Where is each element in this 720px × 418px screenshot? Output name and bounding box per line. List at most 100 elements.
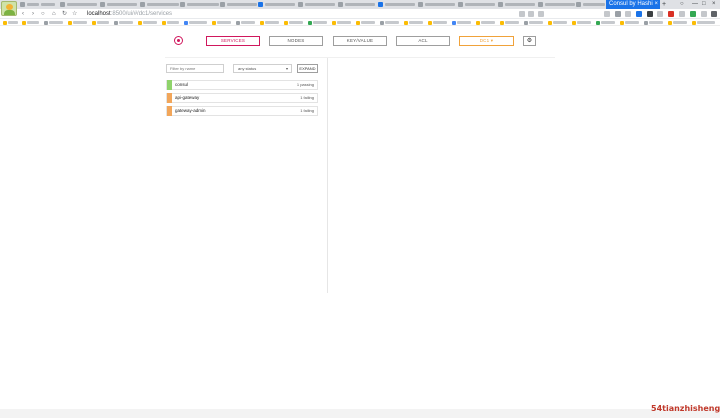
extension-icon[interactable]: [679, 11, 685, 17]
home-page-icon[interactable]: ⌂: [52, 9, 56, 19]
extension-icon[interactable]: [538, 11, 544, 17]
bookmark-item[interactable]: [184, 20, 207, 25]
forward-icon[interactable]: ›: [32, 9, 34, 19]
new-tab-button[interactable]: +: [662, 0, 666, 9]
bookmark-item[interactable]: [668, 20, 687, 25]
settings-gear-icon[interactable]: ⚙: [523, 36, 536, 46]
home-icon[interactable]: ○: [41, 9, 45, 19]
browser-tab[interactable]: [60, 1, 97, 8]
app-avatar-icon[interactable]: [1, 1, 17, 16]
browser-tab[interactable]: [298, 1, 335, 8]
filter-by-name-input[interactable]: [166, 64, 224, 73]
browser-tab[interactable]: [498, 1, 535, 8]
extension-icon[interactable]: [615, 11, 621, 17]
search-icon[interactable]: [604, 11, 610, 17]
extension-icon[interactable]: [528, 11, 534, 17]
tab-consul[interactable]: Consul by Hashi ×: [606, 0, 660, 9]
account-icon[interactable]: ○: [680, 0, 684, 9]
browser-tab[interactable]: [338, 1, 375, 8]
tab-key-value[interactable]: KEY/VALUE: [333, 36, 387, 46]
minimize-button[interactable]: —: [692, 0, 698, 9]
bookmark-item[interactable]: [524, 20, 543, 25]
extension-icon[interactable]: [657, 11, 663, 17]
extension-icon[interactable]: [519, 11, 525, 17]
bookmark-item[interactable]: [476, 20, 495, 25]
bookmark-item[interactable]: [236, 20, 255, 25]
extension-icon[interactable]: [647, 11, 653, 17]
bookmark-icon: [644, 20, 648, 25]
bookmark-label-blurred: [97, 21, 109, 24]
extension-icon[interactable]: [690, 11, 696, 17]
service-row-consul[interactable]: consul 1 passing: [166, 80, 318, 90]
extension-icon[interactable]: [701, 11, 707, 17]
bookmark-item[interactable]: [356, 20, 375, 25]
tab-services[interactable]: SERVICES: [206, 36, 260, 46]
browser-tab[interactable]: [20, 1, 55, 8]
browser-tab[interactable]: [180, 1, 219, 8]
browser-tab[interactable]: [458, 1, 495, 8]
bookmark-item[interactable]: [692, 20, 715, 25]
close-tab-icon[interactable]: ×: [654, 0, 658, 9]
address-bar[interactable]: localhost:8500/ui/#/dc1/services: [87, 10, 172, 18]
bookmark-item[interactable]: [500, 20, 519, 25]
bookmark-item[interactable]: [114, 20, 133, 25]
bookmark-item[interactable]: [308, 20, 327, 25]
tab-favicon-icon: [338, 2, 343, 7]
datacenter-dropdown[interactable]: DC1 ▾: [459, 36, 514, 46]
browser-tab[interactable]: [140, 1, 179, 8]
browser-tab[interactable]: [100, 1, 137, 8]
tab-favicon-icon: [20, 2, 25, 7]
reload-icon[interactable]: ↻: [62, 9, 67, 19]
maximize-button[interactable]: □: [702, 0, 706, 9]
status-filter-value: any status: [238, 66, 257, 71]
browser-tab[interactable]: [378, 1, 415, 8]
back-icon[interactable]: ‹: [22, 9, 24, 19]
tab-acl[interactable]: ACL: [396, 36, 450, 46]
bookmark-item[interactable]: [452, 20, 471, 25]
bookmark-icon: [356, 20, 360, 25]
extension-icon[interactable]: [636, 11, 642, 17]
bookmark-item[interactable]: [596, 20, 615, 25]
browser-tab[interactable]: [258, 1, 295, 8]
browser-tab[interactable]: [220, 1, 257, 8]
bookmark-item[interactable]: [404, 20, 423, 25]
expand-button[interactable]: EXPAND: [297, 64, 318, 73]
service-row-api-gateway[interactable]: api-gateway 1 failing: [166, 93, 318, 103]
close-window-button[interactable]: ×: [712, 0, 716, 9]
tab-title-blurred: [545, 3, 575, 6]
bookmark-item[interactable]: [68, 20, 87, 25]
browser-tab[interactable]: [418, 1, 455, 8]
consul-app: SERVICES NODES KEY/VALUE ACL DC1 ▾ ⚙ any…: [0, 26, 720, 408]
bookmark-item[interactable]: [548, 20, 567, 25]
bookmark-icon: [184, 20, 188, 25]
service-row-gateway-admin[interactable]: gateway-admin 1 failing: [166, 106, 318, 116]
bookmark-item[interactable]: [3, 20, 18, 25]
bookmark-item[interactable]: [212, 20, 231, 25]
bookmark-item[interactable]: [572, 20, 591, 25]
bookmark-item[interactable]: [620, 20, 639, 25]
bookmark-icon: [22, 20, 26, 25]
extension-icon[interactable]: [625, 11, 631, 17]
browser-tab[interactable]: [576, 1, 605, 8]
tab-nodes[interactable]: NODES: [269, 36, 323, 46]
status-filter-select[interactable]: any status ▾: [233, 64, 292, 73]
menu-icon[interactable]: [711, 11, 717, 17]
bookmark-item[interactable]: [380, 20, 399, 25]
bookmark-item[interactable]: [162, 20, 179, 25]
extension-icon[interactable]: [668, 11, 674, 17]
bookmark-label-blurred: [433, 21, 447, 24]
star-icon[interactable]: ☆: [72, 9, 77, 19]
bookmark-item[interactable]: [22, 20, 39, 25]
bookmark-item[interactable]: [284, 20, 303, 25]
consul-logo-icon[interactable]: [174, 36, 183, 45]
tab-title-blurred: [385, 3, 415, 6]
bookmark-item[interactable]: [92, 20, 109, 25]
bookmark-item[interactable]: [332, 20, 351, 25]
bookmark-label-blurred: [27, 21, 39, 24]
bookmark-item[interactable]: [260, 20, 279, 25]
bookmark-item[interactable]: [138, 20, 157, 25]
bookmark-item[interactable]: [644, 20, 663, 25]
bookmark-item[interactable]: [44, 20, 63, 25]
bookmark-item[interactable]: [428, 20, 447, 25]
browser-tab[interactable]: [538, 1, 575, 8]
